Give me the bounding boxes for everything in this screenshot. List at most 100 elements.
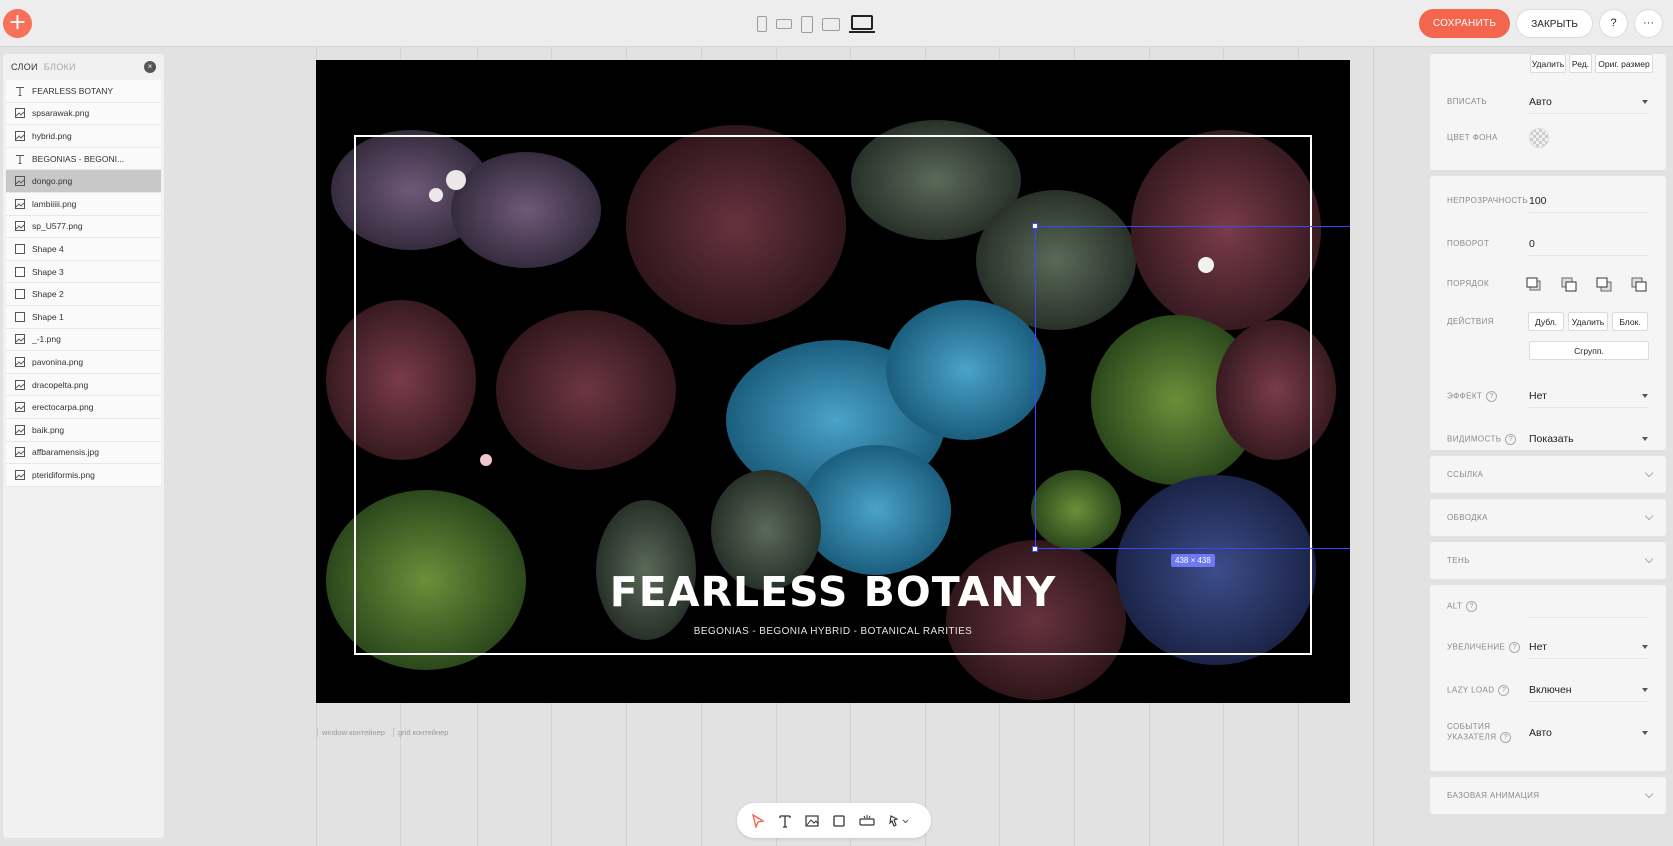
send-to-back-icon[interactable] [1630,276,1648,292]
add-element-button[interactable]: + [3,9,32,38]
resize-handle-sw[interactable] [1032,546,1038,552]
button-tool-icon[interactable] [859,814,875,828]
field-underline [1529,617,1648,618]
more-tools-icon[interactable] [888,814,910,828]
shape-layer-icon [15,266,25,277]
duplicate-button[interactable]: Дубл. [1528,312,1564,331]
subline-text[interactable]: BEGONIAS - BEGONIA HYBRID - BOTANICAL RA… [316,626,1350,637]
layer-label: pavonina.png [32,356,84,367]
headline-text[interactable]: FEARLESS BOTANY [316,568,1350,616]
layer-item[interactable]: baik.png [6,418,161,442]
layer-item[interactable]: pavonina.png [6,351,161,374]
tab-blocks[interactable]: БЛОКИ [44,62,76,80]
layer-item[interactable]: BEGONIAS - BEGONI... [6,147,161,171]
top-actions: СОХРАНИТЬ ЗАКРЫТЬ ? ··· [1418,9,1663,38]
layer-item[interactable]: dongo.png [6,170,161,193]
help-icon[interactable]: ? [1500,732,1512,743]
help-icon[interactable]: ? [1505,433,1517,445]
layer-item[interactable]: sp_U577.png [6,215,161,239]
layer-item[interactable]: _-1.png [6,328,161,352]
save-button[interactable]: СОХРАНИТЬ [1418,9,1511,38]
image-tool-icon[interactable] [805,814,819,828]
layer-item[interactable]: Shape 4 [6,238,161,261]
image-layer-icon [15,379,25,390]
shape-layer-icon [15,311,25,322]
layer-label: Shape 1 [32,311,64,322]
layer-item[interactable]: affbaramensis.jpg [6,441,161,465]
bring-forward-icon[interactable] [1560,276,1578,292]
layer-item[interactable]: dracopelta.png [6,373,161,397]
help-button[interactable]: ? [1599,9,1628,38]
layer-item[interactable]: hybrid.png [6,125,161,148]
size-badge: 438 × 438 [1171,554,1215,567]
shape-layer-icon [15,289,25,300]
layer-item[interactable]: FEARLESS BOTANY [6,80,161,103]
phone-portrait-icon[interactable] [757,16,767,32]
text-tool-icon[interactable] [778,814,792,828]
shape-tool-icon[interactable] [832,814,846,828]
lazy-load-select[interactable]: Включен [1529,684,1648,696]
layer-item[interactable]: lambiiiii.png [6,192,161,216]
layer-label: lambiiiii.png [32,198,77,209]
image-layer-icon [15,402,25,413]
visibility-select[interactable]: Показать [1529,433,1648,445]
effect-select[interactable]: Нет [1529,390,1648,402]
layer-item[interactable]: Shape 1 [6,305,161,329]
delete-image-button[interactable]: Удалить [1530,54,1566,73]
chevron-down-icon [1642,437,1648,441]
layer-label: erectocarpa.png [32,402,94,413]
layer-item[interactable]: spsarawak.png [6,102,161,126]
opacity-input[interactable]: 100 [1529,195,1648,207]
action-buttons: Дубл. Удалить Блок. [1528,312,1648,331]
delete-button[interactable]: Удалить [1568,312,1608,331]
resize-handle-nw[interactable] [1032,223,1038,229]
field-underline [1529,255,1648,256]
help-icon[interactable]: ? [1509,641,1521,653]
transform-card: НЕПРОЗРАЧНОСТЬ 100 ПОВОРОТ 0 ПОРЯДОК ДЕЙ… [1430,176,1666,450]
help-icon[interactable]: ? [1498,684,1510,696]
help-icon[interactable]: ? [1466,601,1478,612]
bg-color-swatch[interactable] [1529,128,1549,148]
order-label: ПОРЯДОК [1447,279,1490,288]
fit-select[interactable]: Авто [1529,96,1648,108]
more-button[interactable]: ··· [1634,9,1663,38]
lock-button[interactable]: Блок. [1612,312,1648,331]
link-section[interactable]: ССЫЛКА [1430,456,1666,493]
opacity-label: НЕПРОЗРАЧНОСТЬ [1447,196,1529,205]
tablet-landscape-icon[interactable] [822,17,840,31]
pointer-events-select[interactable]: Авто [1529,727,1648,739]
tablet-portrait-icon[interactable] [801,15,813,33]
chevron-down-icon [1644,789,1654,799]
close-icon[interactable]: × [144,61,156,73]
edit-image-button[interactable]: Ред. [1569,54,1592,73]
zoom-label: УВЕЛИЧЕНИЕ? [1447,641,1529,653]
selection-box[interactable] [1032,223,1350,552]
phone-landscape-icon[interactable] [776,19,792,29]
layer-item[interactable]: Shape 2 [6,283,161,306]
shadow-section[interactable]: ТЕНЬ [1430,542,1666,579]
properties-panel: Удалить Ред. Ориг. размер ВПИСАТЬ Авто Ц… [1430,54,1666,846]
animation-section[interactable]: БАЗОВАЯ АНИМАЦИЯ [1430,777,1666,814]
grid-container-label[interactable]: grid контейнер [392,728,448,737]
image-settings-card: Удалить Ред. Ориг. размер ВПИСАТЬ Авто Ц… [1430,54,1666,170]
layers-panel: СЛОИ БЛОКИ × FEARLESS BOTANY spsarawak.pn… [3,54,164,838]
group-button[interactable]: Сгрупп. [1529,341,1649,360]
laptop-icon[interactable] [849,14,875,34]
rotation-input[interactable]: 0 [1529,238,1648,250]
send-backward-icon[interactable] [1595,276,1613,292]
original-size-button[interactable]: Ориг. размер [1595,54,1653,73]
bring-to-front-icon[interactable] [1525,276,1543,292]
layer-item[interactable]: erectocarpa.png [6,396,161,419]
stroke-section[interactable]: ОБВОДКА [1430,499,1666,536]
artboard[interactable]: FEARLESS BOTANY BEGONIAS - BEGONIA HYBRI… [316,60,1350,703]
close-button[interactable]: ЗАКРЫТЬ [1516,9,1593,38]
tab-layers[interactable]: СЛОИ [11,62,38,80]
help-icon[interactable]: ? [1486,390,1498,402]
window-container-label[interactable]: window контейнер [317,728,385,737]
field-underline [1529,407,1648,408]
pointer-icon[interactable] [751,813,765,828]
field-underline [1529,658,1648,659]
zoom-select[interactable]: Нет [1529,641,1648,653]
layer-item[interactable]: pteridiformis.png [6,464,161,487]
layer-item[interactable]: Shape 3 [6,260,161,284]
